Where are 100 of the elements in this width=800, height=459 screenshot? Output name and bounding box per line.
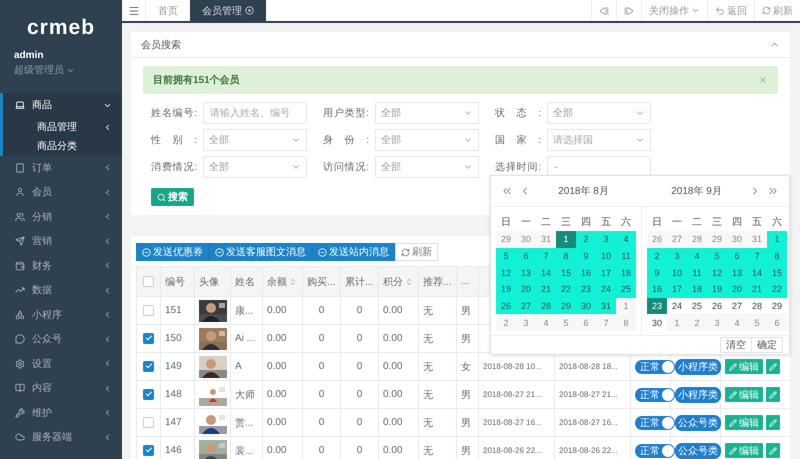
menu-item[interactable]: 财务 (0, 254, 122, 278)
status-toggle[interactable]: 正常 (635, 388, 675, 402)
pencil-button[interactable] (766, 387, 780, 402)
menu-item[interactable]: 公众号 (0, 327, 122, 352)
checkbox[interactable] (143, 360, 154, 372)
submenu-item[interactable]: 商品管理 (0, 118, 122, 136)
calendar-day[interactable]: 1 (616, 298, 636, 314)
pencil-button[interactable] (766, 443, 780, 458)
calendar-day[interactable]: 22 (556, 281, 576, 298)
calendar-day[interactable]: 13 (727, 264, 747, 282)
calendar-day[interactable]: 16 (576, 264, 596, 282)
calendar-day[interactable]: 2 (687, 314, 707, 332)
calendar-day[interactable]: 4 (616, 231, 636, 248)
select-field[interactable]: 全部 (203, 156, 307, 178)
calendar-day[interactable]: 24 (596, 281, 616, 298)
calendar-day[interactable]: 28 (536, 298, 556, 314)
calendar-day[interactable]: 26 (647, 231, 667, 248)
menu-item[interactable]: 服务器端 (0, 425, 122, 450)
calendar-day[interactable]: 11 (616, 248, 636, 264)
calendar-day[interactable]: 31 (747, 231, 767, 248)
calendar-day[interactable]: 19 (707, 281, 727, 298)
calendar-day[interactable]: 1 (767, 231, 787, 248)
calendar-day[interactable]: 6 (767, 314, 787, 332)
calendar-day[interactable]: 29 (496, 231, 516, 248)
calendar-day[interactable]: 5 (496, 248, 516, 264)
calendar-day[interactable]: 13 (516, 264, 536, 282)
calendar-day[interactable]: 2 (647, 248, 667, 264)
double-chevron-left-icon[interactable] (501, 185, 513, 197)
calendar-day[interactable]: 22 (767, 281, 787, 298)
pencil-button[interactable] (766, 415, 780, 430)
calendar-day[interactable]: 8 (616, 314, 636, 332)
calendar-day[interactable]: 14 (536, 264, 556, 282)
role-dropdown[interactable]: 超级管理员 (14, 63, 75, 77)
calendar-day[interactable]: 5 (747, 314, 767, 332)
menu-item[interactable]: 会员 (0, 180, 122, 204)
calendar-day[interactable]: 8 (767, 248, 787, 264)
calendar-day[interactable]: 28 (687, 231, 707, 248)
calendar-day[interactable]: 4 (727, 314, 747, 332)
toolbar-button[interactable]: 发送优惠券 (136, 243, 209, 261)
select-field[interactable]: 全部 (203, 129, 307, 151)
select-field[interactable]: 全部 (547, 102, 651, 124)
calendar-day[interactable]: 18 (616, 264, 636, 282)
calendar-day[interactable]: 29 (707, 231, 727, 248)
calendar-day[interactable]: 14 (747, 264, 767, 282)
calendar-day[interactable]: 25 (616, 281, 636, 298)
calendar-day[interactable]: 5 (556, 314, 576, 332)
submenu-item[interactable]: 商品分类 (0, 136, 122, 156)
menu-item[interactable]: 营销 (0, 229, 122, 254)
calendar-day[interactable]: 23 (647, 298, 667, 314)
calendar-day[interactable]: 17 (667, 281, 687, 298)
calendar-day[interactable]: 31 (596, 298, 616, 314)
status-toggle[interactable]: 正常 (635, 444, 675, 458)
calendar-day[interactable]: 10 (667, 264, 687, 282)
calendar-day[interactable]: 27 (516, 298, 536, 314)
checkbox[interactable] (143, 388, 154, 400)
double-chevron-right-icon[interactable] (767, 185, 779, 197)
calendar-day[interactable]: 30 (727, 231, 747, 248)
calendar-day[interactable]: 1 (667, 314, 687, 332)
calendar-day[interactable]: 3 (596, 231, 616, 248)
calendar-day[interactable]: 2 (496, 314, 516, 332)
calendar-day[interactable]: 27 (667, 231, 687, 248)
status-toggle[interactable]: 正常 (635, 416, 675, 430)
calendar-day[interactable]: 29 (556, 298, 576, 314)
calendar-day[interactable]: 3 (516, 314, 536, 332)
menu-item[interactable]: 数据 (0, 278, 122, 302)
calendar-day[interactable]: 6 (727, 248, 747, 264)
calendar-day[interactable]: 9 (576, 248, 596, 264)
pencil-button[interactable] (766, 359, 780, 374)
calendar-day[interactable]: 31 (536, 231, 556, 248)
calendar-day[interactable]: 17 (596, 264, 616, 282)
calendar-day[interactable]: 16 (647, 281, 667, 298)
status-toggle[interactable]: 正常 (635, 360, 675, 374)
menu-item[interactable]: 分销 (0, 204, 122, 229)
calendar-day[interactable]: 7 (536, 248, 556, 264)
calendar-day[interactable]: 30 (576, 298, 596, 314)
menu-item[interactable]: 商品 (0, 93, 122, 118)
calendar-button[interactable]: 清空 (720, 337, 752, 354)
calendar-day[interactable]: 10 (596, 248, 616, 264)
calendar-day[interactable]: 3 (667, 248, 687, 264)
calendar-day[interactable]: 2 (576, 231, 596, 248)
calendar-day[interactable]: 11 (687, 264, 707, 282)
calendar-day[interactable]: 8 (556, 248, 576, 264)
select-field[interactable]: 全部 (375, 156, 479, 178)
checkbox[interactable] (143, 416, 154, 428)
calendar-day[interactable]: 7 (596, 314, 616, 332)
calendar-day[interactable]: 7 (747, 248, 767, 264)
checkbox[interactable] (143, 304, 154, 316)
calendar-day[interactable]: 4 (536, 314, 556, 332)
text-field[interactable]: 请输入姓名、编号 (203, 102, 307, 124)
calendar-day[interactable]: 4 (687, 248, 707, 264)
calendar-day[interactable]: 12 (707, 264, 727, 282)
checkbox[interactable] (143, 276, 154, 287)
calendar-day[interactable]: 20 (516, 281, 536, 298)
checkbox[interactable] (143, 332, 154, 344)
checkbox[interactable] (143, 444, 154, 456)
calendar-day[interactable]: 15 (556, 264, 576, 282)
calendar-day[interactable]: 6 (576, 314, 596, 332)
calendar-day[interactable]: 5 (707, 248, 727, 264)
calendar-day[interactable]: 15 (767, 264, 787, 282)
calendar-day[interactable]: 9 (647, 264, 667, 282)
